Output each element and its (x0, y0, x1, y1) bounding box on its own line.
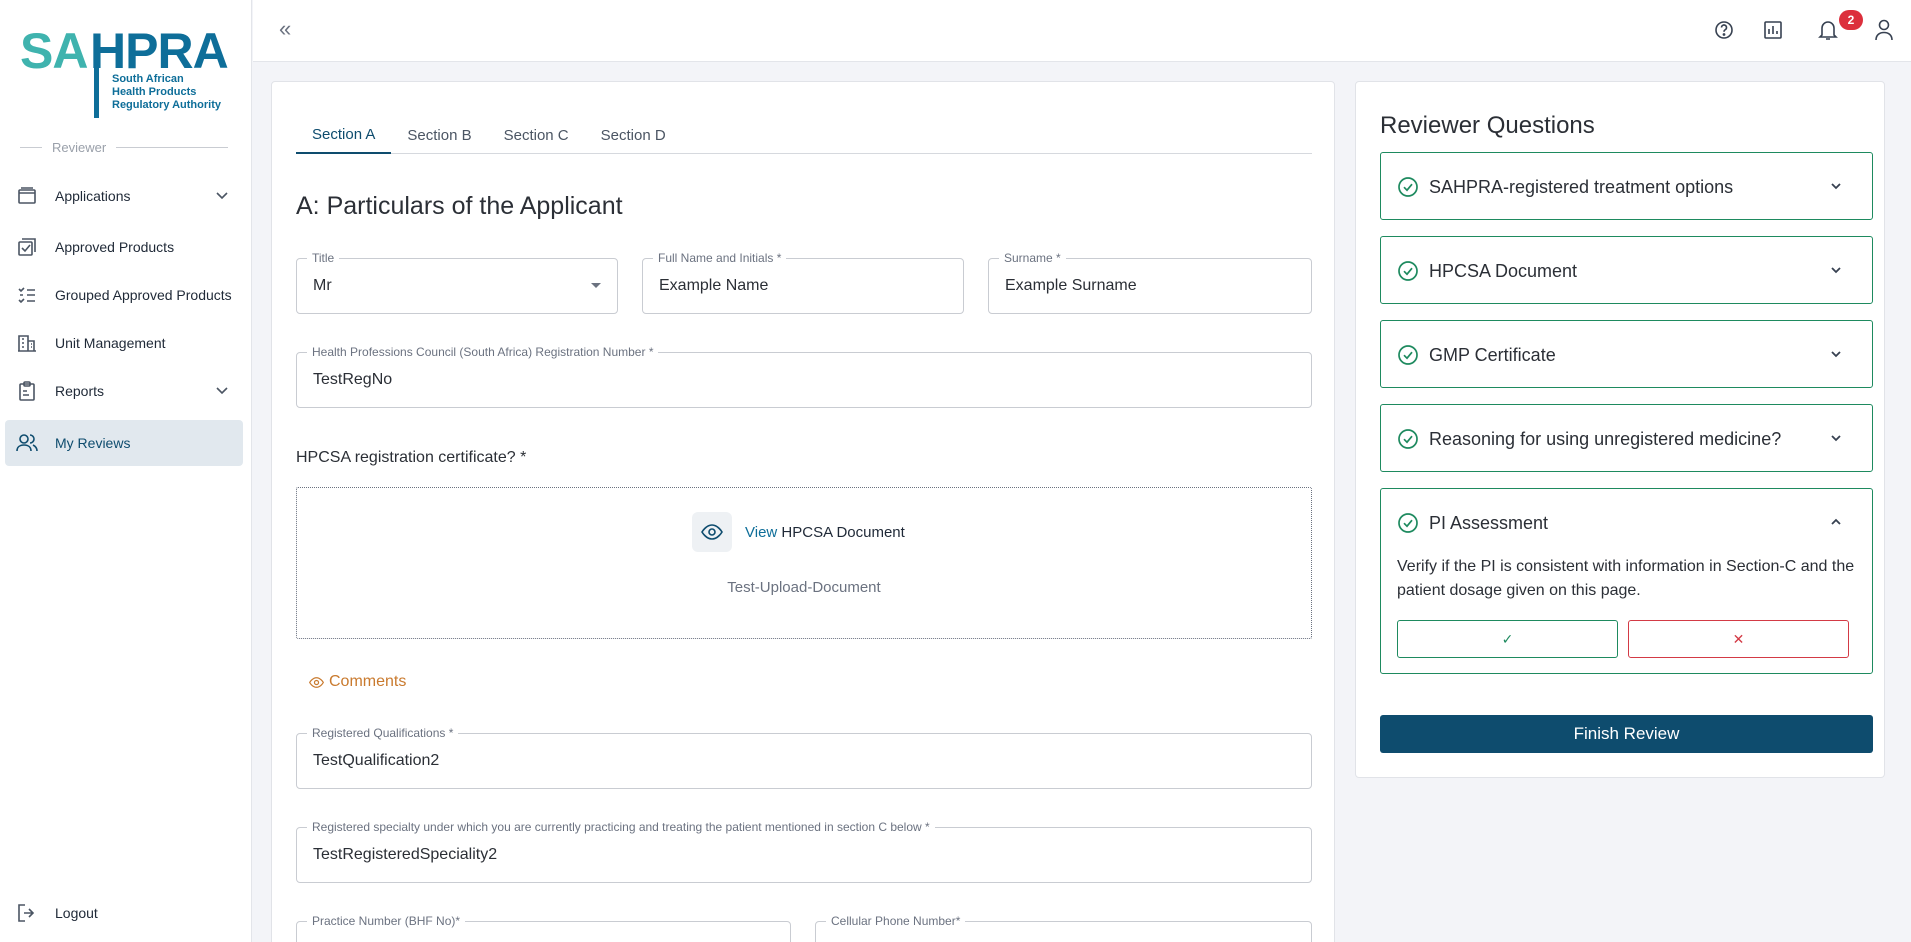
chevron-down-icon (1830, 264, 1842, 279)
sidebar-item-label: Grouped Approved Products (55, 287, 232, 303)
sidebar-item-unit-management[interactable]: Unit Management (5, 320, 243, 366)
sidebar-item-label: Applications (55, 188, 131, 204)
full-name-field[interactable]: Full Name and Initials * Example Name (642, 251, 964, 314)
question-header[interactable]: HPCSA Document (1381, 237, 1872, 305)
hpcsa-certificate-label: HPCSA registration certificate? * (296, 449, 527, 466)
logout-icon (15, 901, 39, 925)
role-divider: Reviewer (20, 139, 228, 155)
question-reasoning-unregistered-medicine: Reasoning for using unregistered medicin… (1380, 404, 1873, 472)
hpcsa-registration-number-field[interactable]: Health Professions Council (South Africa… (296, 345, 1312, 408)
sidebar-item-label: Unit Management (55, 335, 166, 351)
approve-button[interactable]: ✓ (1397, 620, 1618, 658)
question-hpcsa-document: HPCSA Document (1380, 236, 1873, 304)
tab-section-b[interactable]: Section B (391, 116, 487, 154)
sidebar-item-approved-products[interactable]: Approved Products (5, 224, 243, 270)
section-title: A: Particulars of the Applicant (296, 192, 623, 220)
comments-toggle[interactable]: Comments (309, 673, 406, 691)
question-text: Verify if the PI is consistent with info… (1397, 558, 1855, 599)
hpcsa-upload-area: View HPCSA Document Test-Upload-Document (296, 487, 1312, 639)
cellular-phone-field[interactable]: Cellular Phone Number* (815, 914, 1312, 942)
check-circle-icon (1397, 260, 1419, 282)
logo-subtitle: South African Health Products Regulatory… (112, 73, 221, 111)
view-document-button[interactable] (692, 512, 732, 552)
list-check-icon (15, 283, 39, 307)
collapse-sidebar-button[interactable]: « (279, 16, 291, 42)
topbar: « (253, 0, 1911, 62)
application-form-card: Section A Section B Section C Section D … (271, 81, 1335, 942)
sidebar-item-reports[interactable]: Reports (5, 368, 243, 414)
sidebar: SA HPRA South African Health Products Re… (0, 0, 252, 942)
question-header[interactable]: PI Assessment (1381, 489, 1872, 557)
clipboard-icon (15, 379, 39, 403)
sidebar-item-grouped-approved-products[interactable]: Grouped Approved Products (5, 272, 243, 318)
role-label: Reviewer (52, 139, 107, 155)
chevron-down-icon (1830, 348, 1842, 363)
sidebar-item-label: Approved Products (55, 239, 175, 255)
chevron-down-icon (1830, 432, 1842, 447)
question-header[interactable]: SAHPRA-registered treatment options (1381, 153, 1872, 221)
sahpra-logo[interactable]: SA HPRA South African Health Products Re… (20, 23, 230, 118)
sidebar-item-label: Reports (55, 383, 105, 399)
section-tabs: Section A Section B Section C Section D (296, 116, 1312, 154)
title-select[interactable]: Title Mr (296, 251, 618, 314)
tab-section-a[interactable]: Section A (296, 116, 392, 154)
approved-icon (15, 235, 39, 259)
question-header[interactable]: Reasoning for using unregistered medicin… (1381, 405, 1872, 473)
logout-label: Logout (55, 905, 98, 921)
tab-section-c[interactable]: Section C (488, 116, 585, 154)
chevron-down-icon (215, 383, 229, 400)
chevron-up-icon (1830, 516, 1842, 531)
tab-section-d[interactable]: Section D (585, 116, 682, 154)
question-header[interactable]: GMP Certificate (1381, 321, 1872, 389)
question-gmp-certificate: GMP Certificate (1380, 320, 1873, 388)
bell-icon[interactable] (1815, 17, 1841, 43)
chevron-down-icon (215, 188, 229, 205)
practice-number-field[interactable]: Practice Number (BHF No)* (296, 914, 791, 942)
applications-icon (15, 184, 39, 208)
logout-button[interactable]: Logout (5, 890, 243, 936)
sidebar-item-label: My Reviews (55, 435, 131, 451)
notification-badge: 2 (1839, 10, 1863, 30)
user-icon[interactable] (1871, 17, 1897, 43)
view-document-link[interactable]: View HPCSA Document (745, 524, 905, 541)
chevron-down-icon (1830, 180, 1842, 195)
check-circle-icon (1397, 176, 1419, 198)
question-pi-assessment: PI Assessment Verify if the PI is consis… (1380, 488, 1873, 674)
logo-bar (94, 64, 99, 118)
question-sahpra-treatment-options: SAHPRA-registered treatment options (1380, 152, 1873, 220)
surname-field[interactable]: Surname * Example Surname (988, 251, 1312, 314)
uploaded-file-name: Test-Upload-Document (727, 579, 881, 596)
qualifications-field[interactable]: Registered Qualifications * TestQualific… (296, 726, 1312, 789)
chart-icon[interactable] (1760, 17, 1786, 43)
check-circle-icon (1397, 512, 1419, 534)
check-circle-icon (1397, 428, 1419, 450)
reject-button[interactable]: ✕ (1628, 620, 1849, 658)
sidebar-item-my-reviews[interactable]: My Reviews (5, 420, 243, 466)
reviewer-questions-title: Reviewer Questions (1380, 112, 1595, 139)
help-icon[interactable] (1711, 17, 1737, 43)
eye-icon (309, 676, 324, 688)
logo-hpra: HPRA (90, 23, 229, 79)
finish-review-button[interactable]: Finish Review (1380, 715, 1873, 753)
users-icon (15, 431, 39, 455)
building-icon (15, 331, 39, 355)
sidebar-item-applications[interactable]: Applications (5, 173, 243, 219)
caret-down-icon (591, 283, 601, 288)
logo-sa: SA (20, 23, 88, 79)
check-circle-icon (1397, 344, 1419, 366)
specialty-field[interactable]: Registered specialty under which you are… (296, 820, 1312, 883)
reviewer-questions-panel: Reviewer Questions SAHPRA-registered tre… (1355, 81, 1885, 778)
